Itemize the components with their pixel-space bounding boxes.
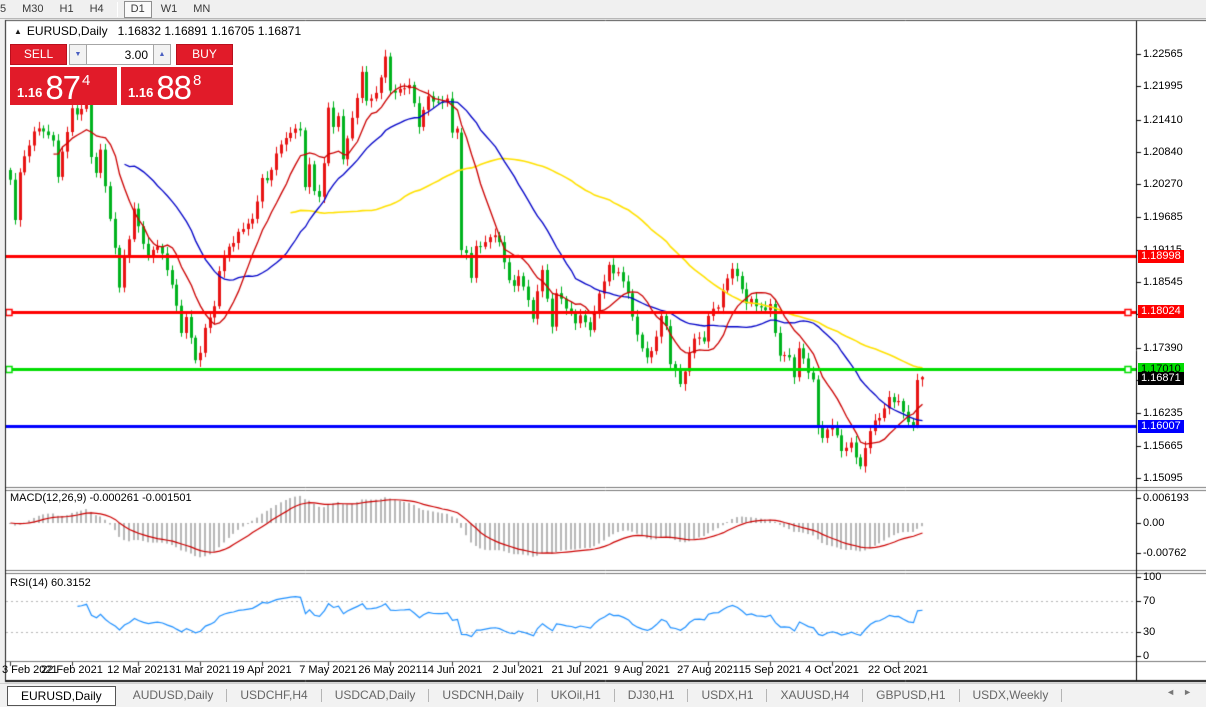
timeframe-button-mn[interactable]: MN bbox=[186, 1, 217, 18]
price-axis-tick-label: 1.15665 bbox=[1143, 439, 1183, 452]
price-axis-tick-label: 1.20840 bbox=[1143, 145, 1183, 158]
symbol-tab-eurusd[interactable]: EURUSD,Daily bbox=[7, 685, 116, 706]
macd-axis-tick-label: 0.00 bbox=[1143, 517, 1165, 529]
ask-price-small: 1.16 bbox=[128, 85, 154, 100]
date-axis-label: 22 Oct 2021 bbox=[868, 664, 928, 676]
hline-price-tag: 1.18024 bbox=[1138, 305, 1184, 318]
date-axis-label: 31 Mar 2021 bbox=[169, 664, 231, 676]
bid-price-small: 1.16 bbox=[17, 85, 43, 100]
symbol-tab-usdx[interactable]: USDX,Weekly bbox=[960, 686, 1062, 706]
date-axis-label: 27 Aug 2021 bbox=[677, 664, 739, 676]
volume-decrease-icon[interactable]: ▼ bbox=[69, 44, 87, 65]
bid-price-pip: 4 bbox=[82, 72, 91, 89]
macd-axis-tick-label: -0.00762 bbox=[1143, 547, 1187, 559]
price-axis-tick-label: 1.15095 bbox=[1143, 471, 1183, 484]
macd-axis-tick-label: 0.006193 bbox=[1143, 492, 1189, 504]
trading-platform-screen: 5 M30 H1 H4 D1 W1 MN ▲ EURUSD,Daily 1.16832 1.16… bbox=[0, 0, 1206, 707]
price-axis-tick-label: 1.20270 bbox=[1143, 178, 1183, 191]
rsi-axis-tick-label: 0 bbox=[1143, 650, 1150, 662]
symbol-tab-usdx[interactable]: USDX,H1 bbox=[688, 686, 766, 706]
date-axis-label: 12 Mar 2021 bbox=[107, 664, 169, 676]
rsi-axis-tick-label: 70 bbox=[1143, 595, 1156, 607]
timeframe-button-m30[interactable]: M30 bbox=[15, 1, 50, 18]
hline-price-tag: 1.18998 bbox=[1138, 250, 1184, 263]
collapse-panel-icon[interactable]: ▲ bbox=[14, 27, 22, 36]
symbol-tab-audusd[interactable]: AUDUSD,Daily bbox=[120, 686, 227, 706]
date-axis-label: 19 Apr 2021 bbox=[232, 664, 292, 676]
price-chart-canvas[interactable] bbox=[0, 0, 1206, 707]
timeframe-button-h4[interactable]: H4 bbox=[83, 1, 111, 18]
symbol-tab-usdcad[interactable]: USDCAD,Daily bbox=[322, 686, 429, 706]
date-axis-label: 9 Aug 2021 bbox=[614, 664, 670, 676]
date-axis-label: 21 Jul 2021 bbox=[551, 664, 609, 676]
date-axis-label: 26 May 2021 bbox=[358, 664, 422, 676]
timeframe-button-h1[interactable]: H1 bbox=[53, 1, 81, 18]
bid-price-display[interactable]: 1.16 87 4 bbox=[10, 67, 117, 105]
price-axis-tick-label: 1.17390 bbox=[1143, 341, 1183, 354]
timeframe-button-d1[interactable]: D1 bbox=[123, 0, 152, 18]
macd-indicator-label: MACD(12,26,9) -0.000261 -0.001501 bbox=[10, 492, 192, 504]
rsi-axis-tick-label: 30 bbox=[1143, 626, 1156, 638]
tab-divider bbox=[1061, 689, 1063, 702]
symbol-tab-dj30[interactable]: DJ30,H1 bbox=[615, 686, 688, 706]
timeframe-button-5[interactable]: 5 bbox=[0, 1, 13, 18]
current-price-tag: 1.16871 bbox=[1138, 372, 1184, 385]
price-axis-tick-label: 1.18545 bbox=[1143, 276, 1183, 289]
price-axis-tick-label: 1.22565 bbox=[1143, 48, 1183, 60]
symbol-tab-usdcnh[interactable]: USDCNH,Daily bbox=[429, 686, 536, 706]
trade-panel-controls: SELL ▼ ▲ BUY bbox=[10, 44, 233, 65]
date-axis-label: 15 Sep 2021 bbox=[738, 664, 802, 676]
date-axis-label: 7 May 2021 bbox=[299, 664, 357, 676]
date-axis-label: 4 Oct 2021 bbox=[805, 664, 859, 676]
price-axis-tick-label: 1.16235 bbox=[1143, 407, 1183, 420]
rsi-axis-tick-label: 100 bbox=[1143, 571, 1162, 583]
symbol-tab-gbpusd[interactable]: GBPUSD,H1 bbox=[863, 686, 958, 706]
chart-ohlc-values: 1.16832 1.16891 1.16705 1.16871 bbox=[117, 24, 302, 38]
one-click-trade-panel: SELL ▼ ▲ BUY 1.16 87 4 1.16 88 8 bbox=[10, 44, 233, 105]
date-axis-label: 14 Jun 2021 bbox=[421, 664, 483, 676]
hline-price-tag: 1.16007 bbox=[1138, 420, 1184, 433]
volume-increase-icon[interactable]: ▲ bbox=[153, 44, 171, 65]
price-axis-tick-label: 1.21995 bbox=[1143, 80, 1183, 93]
timeframe-button-w1[interactable]: W1 bbox=[154, 1, 185, 18]
sell-button[interactable]: SELL bbox=[10, 44, 67, 65]
symbol-tab-bar: EURUSD,Daily AUDUSD,Daily USDCHF,H4 USDCAD,… bbox=[0, 683, 1206, 707]
trade-panel-quotes: 1.16 87 4 1.16 88 8 bbox=[10, 67, 233, 105]
symbol-tab-xauusd[interactable]: XAUUSD,H4 bbox=[767, 686, 862, 706]
tab-scroll-left-icon[interactable]: ◄ bbox=[1166, 687, 1183, 697]
tab-scroll-right-icon[interactable]: ► bbox=[1183, 687, 1200, 697]
chart-symbol-label: EURUSD,Daily bbox=[26, 24, 108, 38]
ask-price-pip: 8 bbox=[193, 72, 202, 89]
chart-title: ▲ EURUSD,Daily 1.16832 1.16891 1.16705 1.1… bbox=[14, 24, 301, 38]
ask-price-big: 88 bbox=[156, 69, 192, 106]
price-axis-tick-label: 1.19685 bbox=[1143, 211, 1183, 224]
toolbar-separator bbox=[116, 1, 118, 17]
date-axis-label: 2 Jul 2021 bbox=[492, 664, 544, 676]
bid-price-big: 87 bbox=[45, 69, 81, 106]
timeframe-toolbar: 5 M30 H1 H4 D1 W1 MN bbox=[0, 0, 1206, 19]
symbol-tab-usdchf[interactable]: USDCHF,H4 bbox=[227, 686, 320, 706]
rsi-indicator-label: RSI(14) 60.3152 bbox=[10, 577, 91, 589]
date-axis-label: 22 Feb 2021 bbox=[41, 664, 103, 676]
symbol-tab-ukoil[interactable]: UKOil,H1 bbox=[538, 686, 614, 706]
tab-scroll-arrows: ◄► bbox=[1166, 687, 1200, 697]
buy-button[interactable]: BUY bbox=[176, 44, 233, 65]
volume-input[interactable] bbox=[87, 44, 153, 65]
price-axis-tick-label: 1.21410 bbox=[1143, 113, 1183, 126]
ask-price-display[interactable]: 1.16 88 8 bbox=[121, 67, 233, 105]
